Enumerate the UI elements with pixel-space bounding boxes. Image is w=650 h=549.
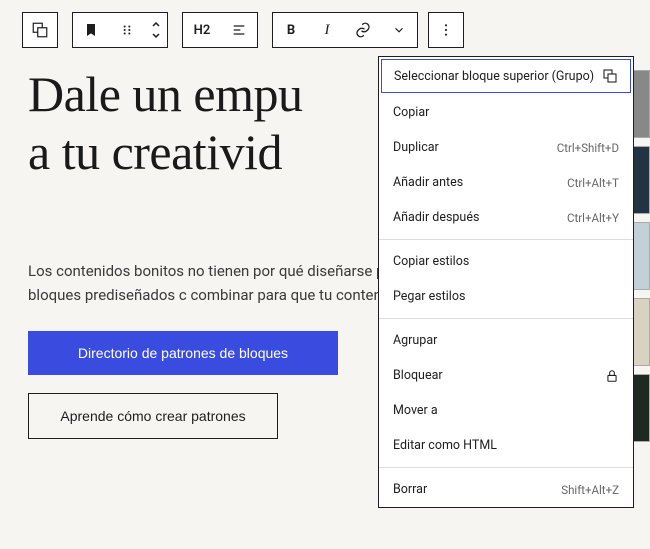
menu-label: Duplicar <box>393 140 439 155</box>
menu-label: Bloquear <box>393 368 443 383</box>
menu-select-parent[interactable]: Seleccionar bloque superior (Grupo) <box>381 59 631 93</box>
bookmark-icon <box>83 22 99 38</box>
menu-label: Agrupar <box>393 333 437 348</box>
options-button[interactable] <box>428 12 464 48</box>
select-parent-button[interactable] <box>22 12 58 48</box>
heading-block-button[interactable] <box>73 13 109 47</box>
more-vertical-icon <box>438 22 454 38</box>
menu-label: Mover a <box>393 403 438 418</box>
move-arrows[interactable] <box>145 13 167 47</box>
block-toolbar: H2 B I <box>0 0 650 56</box>
menu-separator <box>379 318 633 319</box>
more-format-button[interactable] <box>381 13 417 47</box>
align-button[interactable] <box>221 13 257 47</box>
menu-delete[interactable]: Borrar Shift+Alt+Z <box>379 472 633 507</box>
heading-level-button[interactable]: H2 <box>183 13 221 47</box>
patterns-directory-button[interactable]: Directorio de patrones de bloques <box>28 331 338 375</box>
heading-level-group: H2 <box>182 12 258 48</box>
menu-shortcut: Ctrl+Shift+D <box>557 141 619 155</box>
menu-add-after[interactable]: Añadir después Ctrl+Alt+Y <box>379 200 633 235</box>
menu-label: Copiar <box>393 105 429 120</box>
drag-icon <box>120 23 134 37</box>
menu-shortcut: Ctrl+Alt+T <box>567 176 619 190</box>
link-button[interactable] <box>345 13 381 47</box>
menu-separator <box>379 467 633 468</box>
menu-label: Editar como HTML <box>393 438 497 453</box>
menu-add-before[interactable]: Añadir antes Ctrl+Alt+T <box>379 165 633 200</box>
bold-button[interactable]: B <box>273 13 309 47</box>
block-options-menu: Seleccionar bloque superior (Grupo) Copi… <box>378 56 634 508</box>
chevron-down-icon <box>392 23 406 37</box>
menu-paste-styles[interactable]: Pegar estilos <box>379 279 633 314</box>
learn-patterns-button[interactable]: Aprende cómo crear patrones <box>28 393 278 439</box>
bold-icon: B <box>287 23 295 38</box>
menu-edit-html[interactable]: Editar como HTML <box>379 428 633 463</box>
menu-group[interactable]: Agrupar <box>379 323 633 358</box>
italic-icon: I <box>325 22 330 39</box>
menu-label: Pegar estilos <box>393 289 465 304</box>
drag-handle[interactable] <box>109 13 145 47</box>
menu-label: Copiar estilos <box>393 254 469 269</box>
menu-duplicate[interactable]: Duplicar Ctrl+Shift+D <box>379 130 633 165</box>
group-icon <box>31 21 49 39</box>
format-group: B I <box>272 12 418 48</box>
menu-label: Añadir después <box>393 210 479 225</box>
up-down-icon <box>150 20 162 40</box>
menu-label: Añadir antes <box>393 175 463 190</box>
menu-separator <box>379 239 633 240</box>
menu-move-to[interactable]: Mover a <box>379 393 633 428</box>
menu-label: Borrar <box>393 482 427 497</box>
lock-icon <box>605 369 619 383</box>
block-type-group <box>72 12 168 48</box>
align-icon <box>231 22 247 38</box>
italic-button[interactable]: I <box>309 13 345 47</box>
group-icon <box>602 68 618 84</box>
menu-copy[interactable]: Copiar <box>379 95 633 130</box>
link-icon <box>354 21 372 39</box>
menu-shortcut: Shift+Alt+Z <box>561 483 619 497</box>
heading-line-2: a tu creativid <box>28 124 282 180</box>
heading-level-label: H2 <box>194 23 211 38</box>
menu-lock[interactable]: Bloquear <box>379 358 633 393</box>
menu-copy-styles[interactable]: Copiar estilos <box>379 244 633 279</box>
menu-label: Seleccionar bloque superior (Grupo) <box>394 69 594 84</box>
heading-line-1: Dale un empu <box>28 66 302 122</box>
menu-shortcut: Ctrl+Alt+Y <box>567 211 619 225</box>
